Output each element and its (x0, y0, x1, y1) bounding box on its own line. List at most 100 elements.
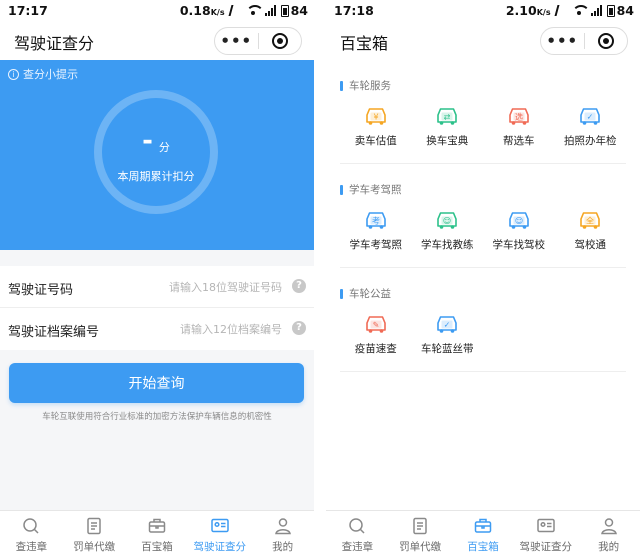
battery-indicator: 84 (606, 3, 634, 18)
school-pass-icon: 全 (580, 212, 601, 229)
tab-label: 我的 (272, 541, 294, 553)
battery-indicator: 84 (280, 3, 308, 18)
search-icon (23, 518, 39, 534)
close-ring-icon (271, 33, 288, 49)
license-number-row: 驾驶证号码 ? (0, 266, 314, 308)
service-item-swap-car[interactable]: ⇄ 换车宝典 (412, 103, 484, 148)
sell-car-icon: ¥ (365, 108, 386, 125)
status-bar: 17:18 2.10K/s 84 (326, 0, 640, 22)
score-tip-label: 查分小提示 (23, 68, 78, 81)
privacy-note: 车轮互联使用符合行业标准的加密方法保护车辆信息的机密性 (42, 412, 272, 422)
score-gauge: -分 本周期累计扣分 (94, 90, 218, 214)
swap-car-icon: ⇄ (437, 108, 458, 125)
tab-license-card[interactable]: 驾驶证查分 (514, 511, 577, 556)
service-label: 疫苗速查 (354, 343, 397, 355)
exam-icon: 考 (365, 212, 386, 229)
service-item-inspection-car[interactable]: ✓ 拍照办年检 (555, 103, 627, 148)
svg-text:✎: ✎ (372, 321, 379, 330)
toolbox-icon (474, 518, 492, 533)
bottom-tab-bar: 查违章 罚单代缴 百宝箱 驾驶证查分 我的 (326, 510, 640, 556)
network-speed: 0.18K/s (179, 3, 225, 18)
license-number-label: 驾驶证号码 (8, 283, 74, 298)
battery-icon (280, 4, 289, 17)
score-unit: 分 (158, 141, 170, 154)
user-icon (274, 518, 291, 535)
svg-text:☺: ☺ (443, 217, 451, 226)
title-bar: 百宝箱 ••• (326, 22, 640, 60)
svg-text:✓: ✓ (587, 113, 594, 122)
service-item-sell-car[interactable]: ¥ 卖车估值 (340, 103, 412, 148)
more-icon[interactable]: ••• (215, 28, 258, 54)
svg-text:☺: ☺ (515, 217, 523, 226)
svg-text:⇄: ⇄ (444, 113, 451, 122)
license-card-icon (537, 518, 555, 533)
service-label: 学车考驾照 (349, 239, 403, 251)
archive-number-input[interactable] (122, 318, 282, 340)
service-label: 学车找驾校 (492, 239, 546, 251)
archive-number-row: 驾驶证档案编号 ? (0, 308, 314, 350)
license-number-input[interactable] (122, 276, 282, 298)
tab-label: 罚单代缴 (73, 541, 116, 553)
tab-label: 查违章 (15, 541, 48, 553)
service-grid: ¥ 卖车估值 ⇄ 换车宝典 选帮选车 ✓ 拍照办年检 (340, 103, 626, 148)
tab-toolbox[interactable]: 百宝箱 (452, 511, 515, 556)
toolbox-icon (148, 518, 166, 533)
coach-shirt-icon: ☺ (437, 212, 458, 229)
tab-user[interactable]: 我的 (251, 511, 314, 556)
tab-user[interactable]: 我的 (577, 511, 640, 556)
service-item-school-car[interactable]: ☺ 学车找驾校 (483, 207, 555, 252)
info-icon: i (8, 68, 19, 80)
ticket-icon (87, 517, 101, 535)
tab-label: 驾驶证查分 (193, 541, 247, 553)
help-icon[interactable]: ? (292, 321, 306, 335)
svg-text:¥: ¥ (373, 113, 378, 122)
bottom-tab-bar: 查违章 罚单代缴 百宝箱 驾驶证查分 我的 (0, 510, 314, 556)
service-label: 拍照办年检 (564, 135, 617, 147)
service-label: 学车找教练 (421, 239, 474, 251)
service-item-exam[interactable]: 考学车考驾照 (340, 207, 412, 252)
score-tip-link[interactable]: i 查分小提示 (8, 66, 78, 82)
section-title: 车轮公益 (340, 286, 626, 301)
help-icon[interactable]: ? (292, 279, 306, 293)
tab-toolbox[interactable]: 百宝箱 (126, 511, 189, 556)
service-label: 车轮蓝丝带 (421, 343, 474, 355)
start-query-button[interactable]: 开始查询 (9, 363, 304, 403)
search-icon (349, 518, 365, 534)
mute-icon (228, 5, 243, 16)
wifi-icon (245, 5, 264, 16)
service-item-school-pass[interactable]: 全驾校通 (555, 207, 627, 252)
service-item-coach-shirt[interactable]: ☺ 学车找教练 (412, 207, 484, 252)
service-label: 驾校通 (574, 239, 607, 251)
miniapp-capsule: ••• (214, 27, 302, 55)
close-miniapp-button[interactable] (585, 33, 628, 49)
license-score-screen: 17:17 0.18K/s 84 驾驶证查分 ••• i 查分小提示 - 分 本… (0, 0, 314, 556)
service-item-blue-ribbon[interactable]: ✓ 车轮蓝丝带 (412, 311, 484, 356)
user-icon (600, 518, 617, 535)
tab-label: 查违章 (341, 541, 374, 553)
battery-icon (606, 4, 615, 17)
signal-icon (590, 5, 602, 16)
section-title: 学车考驾照 (340, 182, 626, 197)
tab-ticket[interactable]: 罚单代缴 (389, 511, 452, 556)
archive-number-label: 驾驶证档案编号 (8, 325, 100, 340)
page-title: 百宝箱 (340, 34, 389, 53)
service-item-vaccine[interactable]: ✎ 疫苗速查 (340, 311, 412, 356)
tab-license-card[interactable]: 驾驶证查分 (188, 511, 251, 556)
battery-level: 84 (616, 3, 634, 18)
tab-search[interactable]: 查违章 (0, 511, 63, 556)
tab-search[interactable]: 查违章 (326, 511, 389, 556)
svg-text:✓: ✓ (444, 321, 451, 330)
svg-text:选: 选 (515, 112, 523, 122)
status-bar: 17:17 0.18K/s 84 (0, 0, 314, 22)
section-2: 学车考驾照考学车考驾照 ☺ 学车找教练 ☺ 学车找驾校全驾校通 (340, 182, 626, 268)
more-icon[interactable]: ••• (541, 28, 584, 54)
title-bar: 驾驶证查分 ••• (0, 22, 314, 60)
close-miniapp-button[interactable] (259, 33, 302, 49)
score-hero: i 查分小提示 -分 本周期累计扣分 (0, 60, 314, 250)
tab-ticket[interactable]: 罚单代缴 (63, 511, 126, 556)
inspection-car-icon: ✓ (580, 108, 601, 125)
tab-label: 驾驶证查分 (519, 541, 573, 553)
mute-icon (554, 5, 569, 16)
query-form: 驾驶证号码 ? 驾驶证档案编号 ? (0, 266, 314, 350)
service-item-choose-car[interactable]: 选帮选车 (483, 103, 555, 148)
